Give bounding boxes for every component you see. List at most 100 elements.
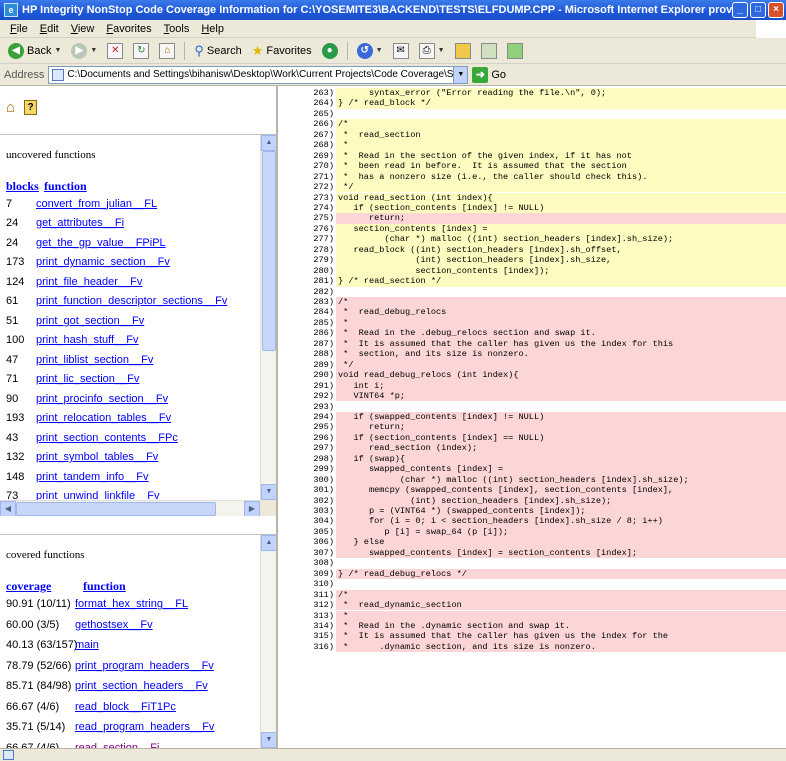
uncovered-function-row: 51 print_got_section__Fv [0,311,260,331]
code-text: (char *) malloc ((int) section_headers [… [336,234,786,245]
address-label: Address [4,68,45,81]
stop-button[interactable]: ✕ [103,40,127,62]
function-link[interactable]: format_hex_string__FL [75,598,188,610]
mail-button[interactable]: ✉ [389,40,413,62]
scroll-up-icon[interactable]: ▲ [261,135,276,151]
home-button[interactable]: ⌂ [155,40,179,62]
scroll-up-icon[interactable]: ▲ [261,535,276,551]
function-link[interactable]: print_unwind_linkfile__Fv [36,490,160,500]
code-text: if (swap){ [336,453,786,465]
go-button[interactable]: ➜ Go [472,66,506,83]
function-link[interactable]: print_file_header__Fv [36,276,142,288]
function-link[interactable]: get_the_gp_value__FPiPL [36,237,166,249]
messenger-button[interactable] [503,40,527,62]
scroll-thumb[interactable] [262,151,276,351]
function-link[interactable]: print_relocation_tables__Fv [36,412,171,424]
close-button[interactable]: × [768,2,784,18]
line-number: 297) [313,443,334,454]
search-button[interactable]: ⚲ Search [190,40,245,62]
forward-button[interactable]: ▶ ▼ [67,40,101,62]
code-line: 314) * Read in the .dynamic section and … [280,620,786,632]
function-link[interactable]: print_symbol_tables__Fv [36,451,158,463]
code-line: 263) syntax_error ("Error reading the fi… [280,88,786,99]
menu-view[interactable]: View [65,23,101,35]
print-button[interactable]: ⎙ ▼ [415,40,449,62]
covered-vertical-scrollbar[interactable]: ▲ ▼ [260,535,276,748]
address-input[interactable]: C:\Documents and Settings\bihanisw\Deskt… [48,65,469,84]
menu-favorites[interactable]: Favorites [100,23,157,35]
scroll-right-icon[interactable]: ▶ [244,501,260,516]
covered-function-list: 90.91 (10/11) format_hex_string__FL 60.00 … [0,594,260,748]
refresh-button[interactable]: ↻ [129,40,153,62]
function-link[interactable]: print_dynamic_section__Fv [36,256,170,268]
folder-button[interactable] [451,40,475,62]
line-number: 282) [313,286,334,297]
code-line: 305) p [i] = swap_64 (p [i]); [280,526,786,538]
coverage-value: 90.91 (10/11) [6,598,71,611]
home-icon[interactable]: ⌂ [6,100,22,116]
mail-icon: ✉ [392,42,409,59]
block-count: 7 [6,197,13,210]
code-line: 300) (char *) malloc ((int) section_head… [280,474,786,486]
coverage-column-header[interactable]: coverage [6,579,75,594]
function-link[interactable]: print_program_headers__Fv [75,660,214,672]
function-link[interactable]: print_procinfo_section__Fv [36,393,168,405]
function-column-header[interactable]: function [83,579,126,594]
covered-function-row: 85.71 (84/98) print_section_headers__Fv [0,676,260,697]
code-text: * It is assumed that the caller has give… [336,338,786,350]
function-link[interactable]: gethostsex__Fv [75,619,153,631]
function-link[interactable]: get_attributes__Fi [36,217,124,229]
function-link[interactable]: print_section_headers__Fv [75,680,208,692]
scroll-left-icon[interactable]: ◀ [0,501,16,516]
code-text: swapped_contents [index] = [336,464,786,475]
code-text: */ [336,359,786,371]
maximize-button[interactable]: □ [750,2,766,18]
history-button[interactable]: ↺ ▼ [353,40,387,62]
scroll-thumb[interactable] [16,502,216,516]
coverage-value: 66.67 (4/6) [6,700,60,713]
function-link[interactable]: read_block__FiT1Pc [75,701,176,713]
menu-tools[interactable]: Tools [158,23,196,35]
favorites-button[interactable]: ★ Favorites [248,40,316,62]
scroll-down-icon[interactable]: ▼ [261,484,276,500]
media-button[interactable]: ● [318,40,342,62]
code-line: 310) [280,579,786,589]
function-link[interactable]: main [75,639,99,651]
function-link[interactable]: convert_from_julian__FL [36,198,157,210]
function-column-header[interactable]: function [44,179,87,194]
menu-file[interactable]: File [4,23,34,35]
function-link[interactable]: print_hash_stuff__Fv [36,334,139,346]
function-link[interactable]: print_liblist_section__Fv [36,354,153,366]
help-icon[interactable]: ? [24,100,37,115]
function-link[interactable]: print_lic_section__Fv [36,373,139,385]
line-number: 294) [313,411,334,422]
line-number: 280) [313,265,334,276]
function-link[interactable]: print_section_contents__FPc [36,432,178,444]
function-link[interactable]: print_got_section__Fv [36,315,144,327]
code-text: } /* read_section */ [336,276,786,287]
blocks-column-header[interactable]: blocks [6,179,39,194]
line-number: 281) [313,276,334,287]
line-number: 278) [313,244,334,255]
function-link[interactable]: read_program_headers__Fv [75,721,214,733]
research-button[interactable] [477,40,501,62]
line-number: 293) [313,401,334,412]
line-number: 265) [313,108,334,119]
chevron-down-icon[interactable]: ▼ [453,66,468,83]
code-text: * [336,610,786,621]
back-button[interactable]: ◀ Back ▼ [4,40,65,62]
code-line: 271) * has a nonzero size (i.e., the cal… [280,171,786,182]
code-text: * Read in the .dynamic section and swap … [336,620,786,632]
menu-edit[interactable]: Edit [34,23,65,35]
menu-help[interactable]: Help [195,23,230,35]
function-link[interactable]: print_tandem_info__Fv [36,471,149,483]
code-line: 292) VINT64 *p; [280,391,786,402]
uncovered-vertical-scrollbar[interactable]: ▲ ▼ [260,135,276,500]
uncovered-horizontal-scrollbar[interactable]: ◀ ▶ [0,500,276,516]
code-text: } else [336,537,786,548]
line-number: 307) [313,547,334,558]
scroll-down-icon[interactable]: ▼ [261,732,276,748]
function-link[interactable]: print_function_descriptor_sections__Fv [36,295,227,307]
minimize-button[interactable]: _ [732,2,748,18]
line-number: 267) [313,129,334,140]
